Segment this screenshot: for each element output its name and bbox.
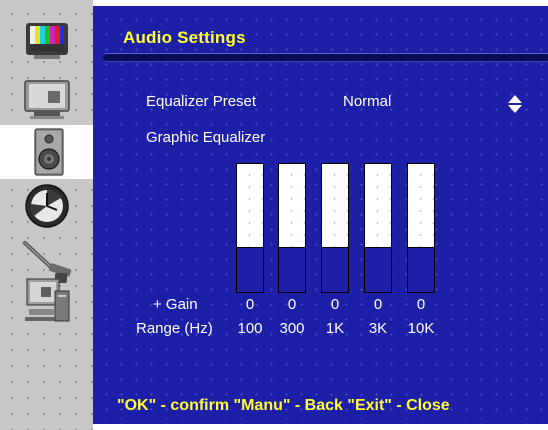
gain-value: 0	[330, 296, 340, 313]
osd-screen: Audio Settings Equalizer Preset Normal G…	[0, 0, 548, 430]
eq-band-slider-300[interactable]	[278, 163, 306, 293]
audio-settings-panel: Audio Settings Equalizer Preset Normal G…	[93, 6, 548, 424]
range-value: 10K	[407, 320, 435, 337]
eq-band-fill	[237, 164, 263, 249]
range-value: 300	[279, 320, 305, 337]
gain-value: 0	[287, 296, 297, 313]
tv-test-pattern-icon	[25, 23, 68, 59]
sidebar	[0, 0, 97, 430]
title-divider	[103, 53, 548, 62]
speaker-icon	[33, 128, 64, 176]
page-title: Audio Settings	[123, 28, 246, 47]
sidebar-item-clock[interactable]	[0, 179, 93, 233]
sidebar-item-picture[interactable]	[0, 14, 93, 68]
key-hint-footer: "OK" - confirm "Manu" - Back "Exit" - Cl…	[117, 397, 450, 414]
range-value: 3K	[368, 320, 388, 337]
eq-band-fill	[322, 164, 348, 249]
gain-value: 0	[245, 296, 255, 313]
gain-value: 0	[416, 296, 426, 313]
sidebar-item-audio[interactable]	[0, 125, 97, 179]
graphic-equalizer-label: Graphic Equalizer	[146, 129, 266, 146]
gain-value: 0	[373, 296, 383, 313]
range-value: 100	[237, 320, 263, 337]
eq-band-fill	[408, 164, 434, 249]
range-value: 1K	[325, 320, 345, 337]
equalizer-preset-label: Equalizer Preset	[146, 93, 257, 110]
sidebar-item-screen[interactable]	[0, 72, 93, 126]
monitor-screen-icon	[23, 80, 70, 119]
range-label: Range (Hz)	[136, 320, 213, 337]
clock-icon	[24, 184, 69, 228]
eq-band-fill	[365, 164, 391, 249]
eq-band-fill	[279, 164, 305, 249]
sidebar-item-computer[interactable]	[0, 273, 93, 327]
eq-band-slider-1k[interactable]	[321, 163, 349, 293]
eq-band-slider-100[interactable]	[236, 163, 264, 293]
equalizer-preset-value[interactable]: Normal	[343, 93, 391, 110]
computer-icon	[24, 278, 69, 322]
gain-label: + Gain	[153, 296, 198, 313]
eq-band-slider-10k[interactable]	[407, 163, 435, 293]
up-down-arrows-icon[interactable]	[507, 94, 523, 114]
eq-band-slider-3k[interactable]	[364, 163, 392, 293]
